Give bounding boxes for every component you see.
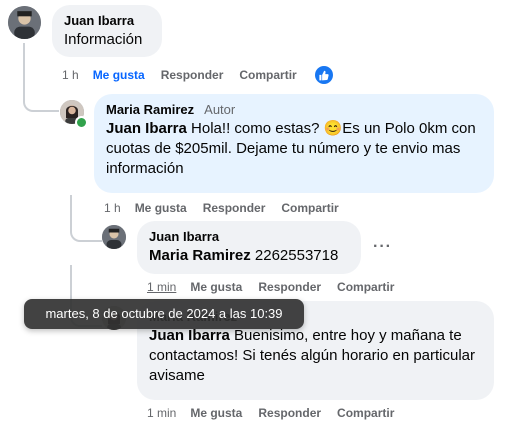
reply-button[interactable]: Responder bbox=[203, 201, 266, 215]
share-button[interactable]: Compartir bbox=[337, 406, 394, 420]
comment-actions: 1 h Me gusta Responder Compartir bbox=[104, 200, 355, 216]
more-options-icon[interactable]: ··· bbox=[373, 238, 392, 256]
comment-text: Juan Ibarra Buenisimo, entre hoy y mañan… bbox=[149, 326, 482, 386]
share-button[interactable]: Compartir bbox=[281, 201, 338, 215]
like-button[interactable]: Me gusta bbox=[135, 201, 187, 215]
profile-photo-icon bbox=[102, 225, 126, 249]
thread-connector bbox=[23, 60, 59, 112]
comment-author[interactable]: Juan Ibarra bbox=[64, 13, 150, 28]
comment-timestamp[interactable]: 1 h bbox=[104, 201, 121, 215]
mention-link[interactable]: Juan Ibarra bbox=[106, 120, 187, 137]
comment-bubble: Juan Ibarra Maria Ramirez 2262553718 bbox=[137, 221, 361, 274]
comment-text: Juan Ibarra Hola!! como estas? 😊Es un Po… bbox=[106, 119, 482, 179]
comment-bubble: Maria Ramirez Autor Juan Ibarra Hola!! c… bbox=[94, 94, 494, 193]
like-reaction-icon[interactable] bbox=[314, 66, 333, 84]
comment-author[interactable]: Maria Ramirez bbox=[106, 102, 194, 117]
comment-text: Información bbox=[64, 31, 143, 48]
timestamp-tooltip: martes, 8 de octubre de 2024 a las 10:39 bbox=[24, 299, 304, 329]
avatar[interactable] bbox=[102, 225, 126, 249]
share-button[interactable]: Compartir bbox=[239, 68, 296, 82]
comment-timestamp[interactable]: 1 min bbox=[147, 406, 176, 420]
profile-photo-icon bbox=[8, 6, 41, 39]
comment-timestamp[interactable]: 1 h bbox=[62, 68, 79, 82]
comment-author-row: Maria Ramirez Autor bbox=[106, 102, 482, 117]
reply-button[interactable]: Responder bbox=[161, 68, 224, 82]
reply-button[interactable]: Responder bbox=[258, 280, 321, 294]
comment-timestamp[interactable]: 1 min bbox=[147, 280, 176, 294]
like-button[interactable]: Me gusta bbox=[190, 406, 242, 420]
comment-bubble: Juan Ibarra Información bbox=[52, 5, 162, 57]
thread-connector bbox=[70, 195, 102, 242]
comment-author[interactable]: Juan Ibarra bbox=[149, 229, 349, 244]
comment-actions: 1 min Me gusta Responder Compartir bbox=[147, 405, 410, 421]
comment-text: Maria Ramirez 2262553718 bbox=[149, 246, 349, 266]
reply-button[interactable]: Responder bbox=[258, 406, 321, 420]
author-badge: Autor bbox=[204, 102, 236, 117]
mention-link[interactable]: Juan Ibarra bbox=[149, 327, 230, 344]
share-button[interactable]: Compartir bbox=[337, 280, 394, 294]
comment-actions: 1 min Me gusta Responder Compartir bbox=[147, 279, 410, 295]
like-button[interactable]: Me gusta bbox=[190, 280, 242, 294]
comment-body: 2262553718 bbox=[254, 247, 339, 264]
like-button[interactable]: Me gusta bbox=[93, 68, 145, 82]
comment-actions: 1 h Me gusta Responder Compartir bbox=[62, 66, 333, 84]
mention-link[interactable]: Maria Ramirez bbox=[149, 247, 251, 264]
avatar[interactable] bbox=[8, 6, 41, 39]
online-status-indicator bbox=[75, 116, 88, 129]
